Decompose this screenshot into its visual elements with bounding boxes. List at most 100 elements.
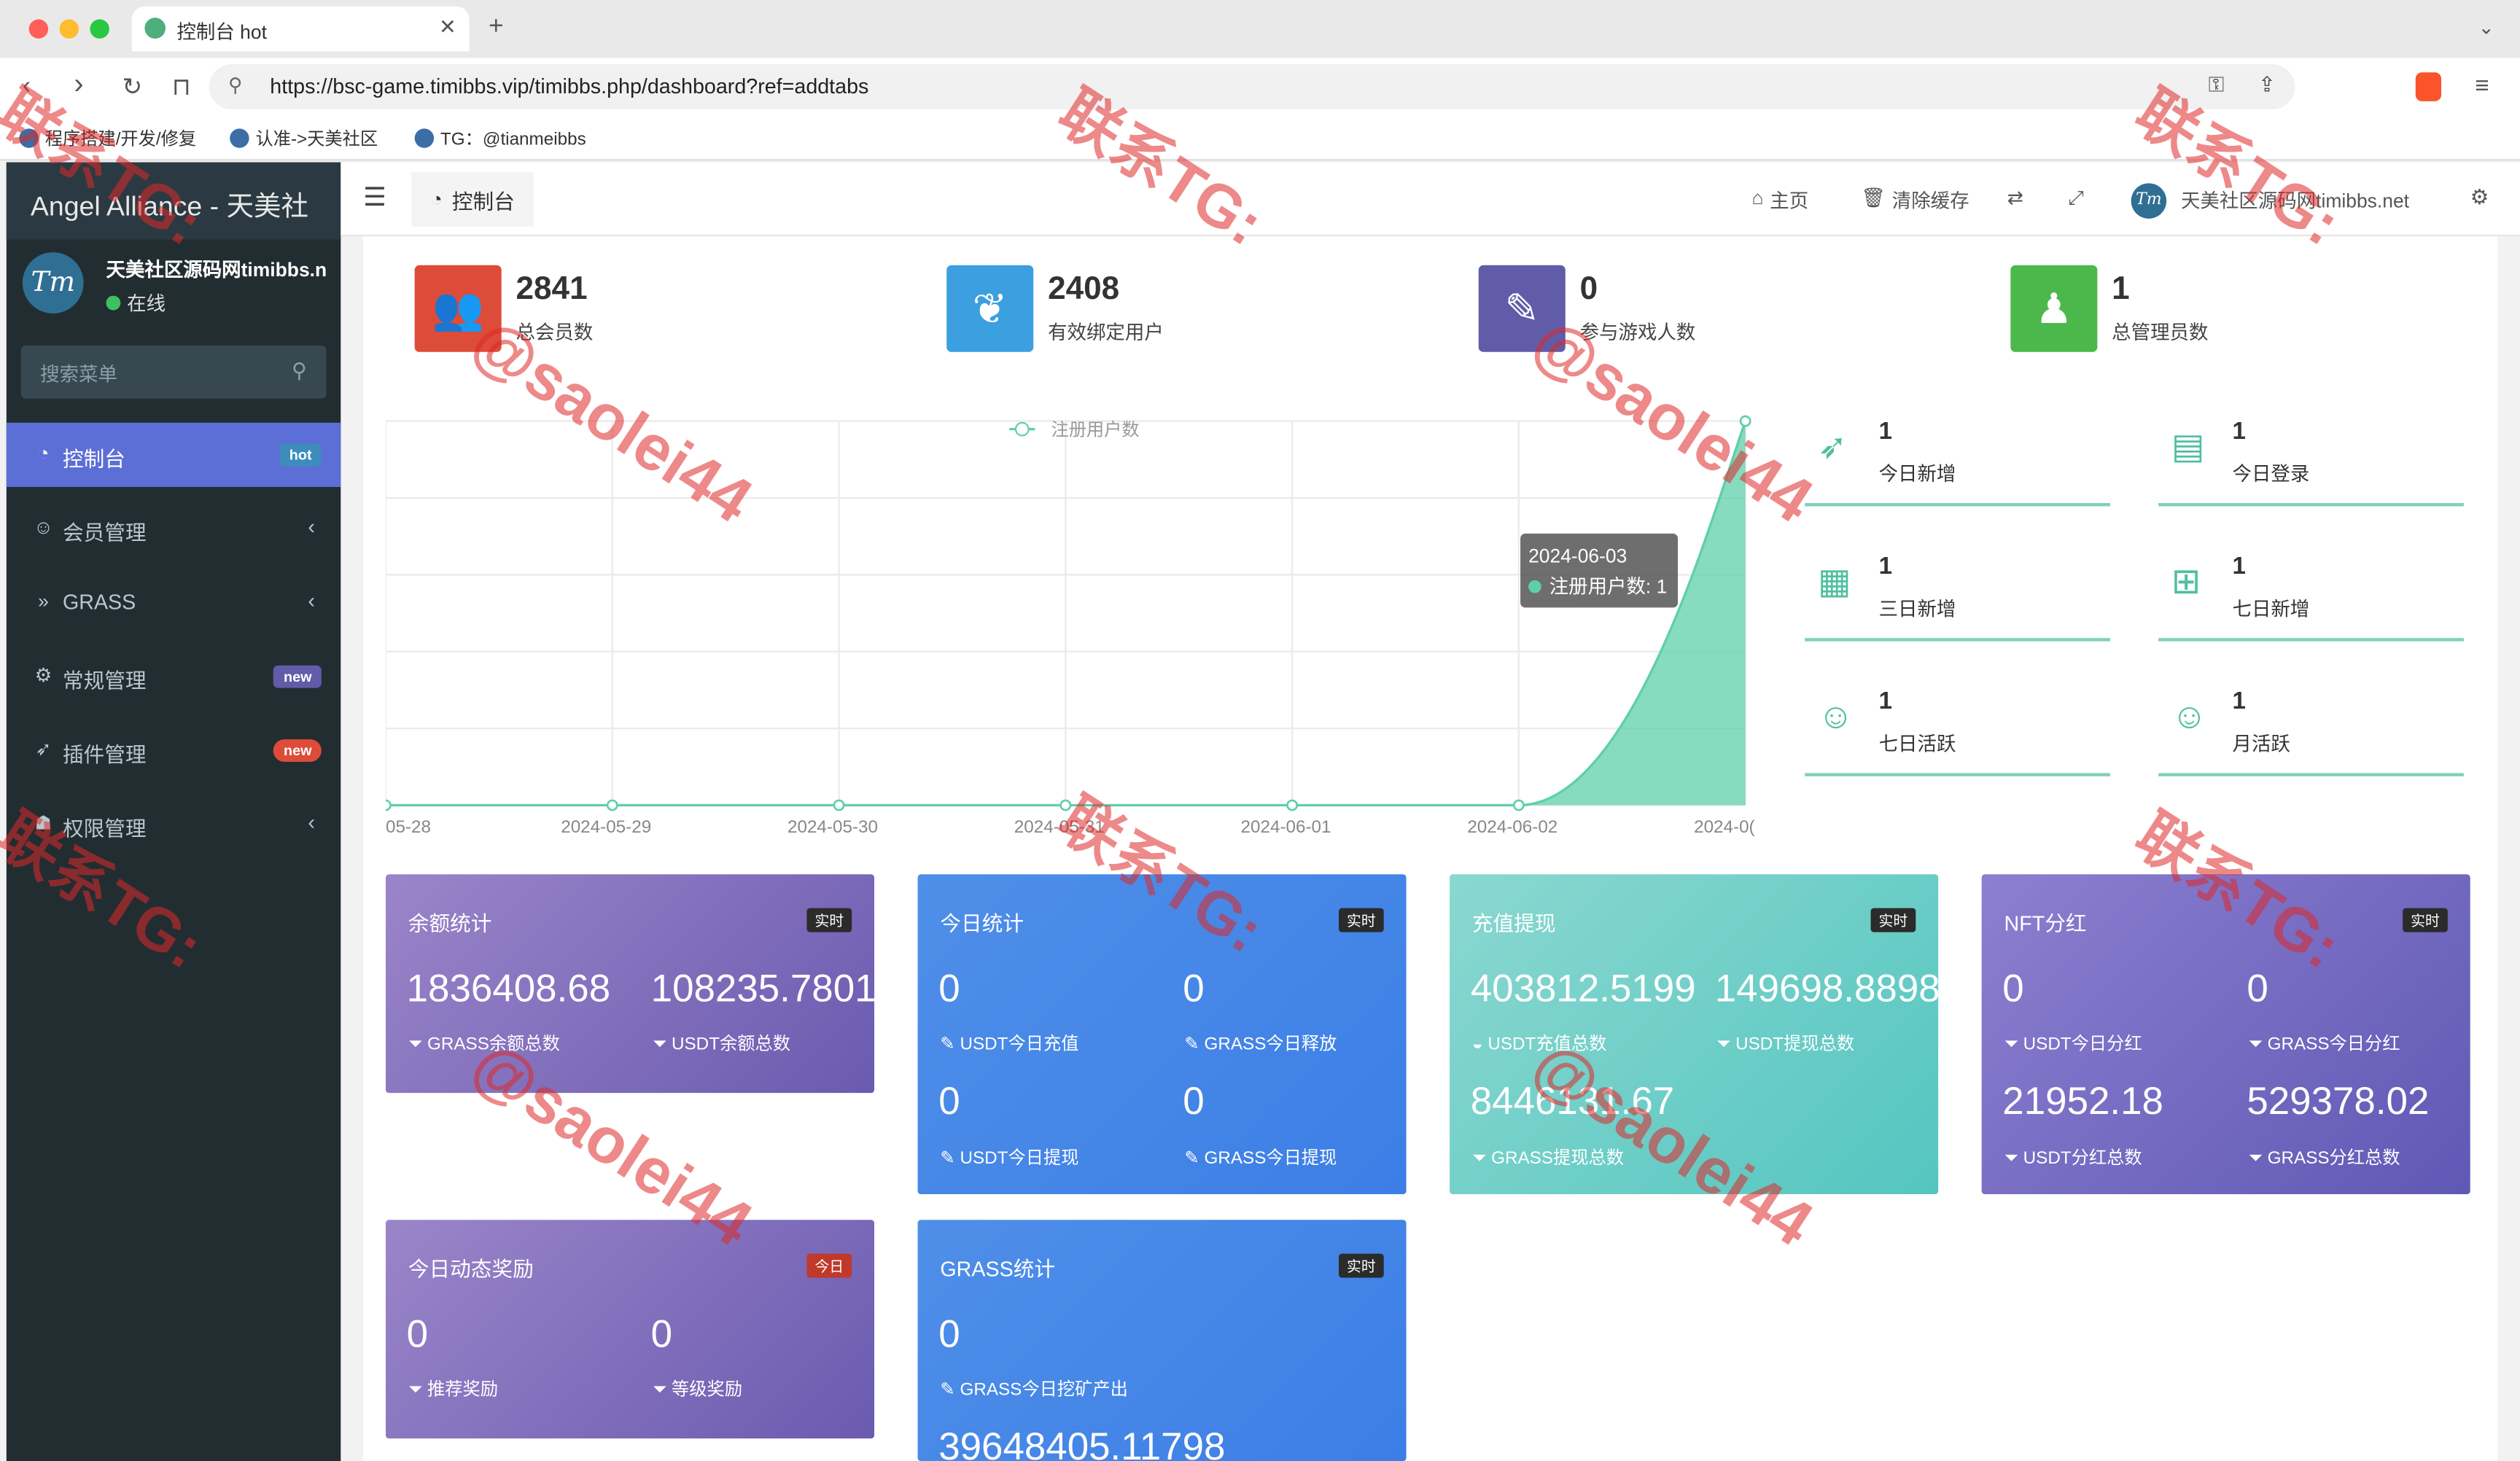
chevron-left-icon: ‹ — [308, 514, 316, 539]
sidebar-toggle-icon[interactable]: ☰ — [363, 182, 386, 214]
browser-toolbar: ‹ › ↻ ⊓ ⚲ https://bsc-game.timibbs.vip/t… — [0, 58, 2520, 116]
mini-stat-underline — [2158, 638, 2464, 642]
fullscreen-icon[interactable]: ⤢ — [2069, 187, 2084, 211]
stat-value: 0 — [1579, 271, 1598, 308]
usdt-recharge-total-label: ◒ USDT充值总数 — [1471, 1035, 1607, 1055]
brand-bar[interactable]: Angel Alliance - 天美社 — [6, 162, 341, 240]
tab-close-icon[interactable]: ✕ — [439, 15, 456, 40]
registration-chart: 05-28 2024-05-29 2024-05-30 2024-05-31 2024-… — [385, 415, 1755, 837]
bookmark-icon[interactable]: ⊓ — [172, 72, 191, 101]
stat-box: ✎ 0 参与游戏人数 — [1478, 264, 1961, 354]
bookmark-item[interactable]: TG：@tianmeibbs — [414, 125, 586, 151]
stat-text: 2408 有效绑定用户 — [1048, 272, 1164, 346]
referral-reward-label: ⏷ 推荐奖励 — [408, 1380, 498, 1400]
bookmark-item[interactable]: 认准->天美社区 — [230, 125, 378, 151]
menu-search-input[interactable]: 搜索菜单 ⚲ — [20, 345, 327, 399]
brand-title: Angel Alliance - 天美社 — [30, 191, 308, 222]
sidebar-item-0[interactable]: ◔ 控制台 hot — [6, 422, 341, 487]
balance-card: 余额统计 实时 1836408.68 ⏷ GRASS余额总数 108235.78… — [385, 874, 875, 1094]
today-stats-card: 今日统计 实时 0 ✎ USDT今日充值 0 ✎ GRASS今日释放 0 ✎ U… — [917, 874, 1407, 1195]
card-badge: 实时 — [806, 908, 852, 932]
dynamic-reward-card: 今日动态奖励 今日 0 ⏷ 推荐奖励 0 ⏷ 等级奖励 — [385, 1220, 875, 1439]
stat-box: ♟ 1 总管理员数 — [2010, 264, 2492, 354]
mini-stat-label: 七日活跃 — [1878, 733, 1956, 756]
mini-stat-value: 1 — [2232, 687, 2246, 716]
card-title: 今日统计 — [940, 911, 1024, 936]
usdt-recharge-total-value: 403812.5199 — [1470, 967, 1696, 1011]
card-badge: 实时 — [1338, 908, 1384, 932]
calendar-plus-icon: ⊞ — [2171, 561, 2201, 601]
level-reward-value: 0 — [650, 1313, 673, 1357]
usdt-today-withdraw-value: 0 — [938, 1080, 960, 1124]
stat-value: 2841 — [516, 271, 588, 308]
user-circle-icon: ☺ — [2171, 696, 2208, 736]
x-tick-label: 2024-06-01 — [1241, 817, 1331, 837]
usdt-today-recharge-label: ✎ USDT今日充值 — [940, 1035, 1079, 1055]
stat-label: 总会员数 — [516, 321, 594, 344]
online-status: 在线 — [106, 289, 166, 316]
url-text: https://bsc-game.timibbs.vip/timibbs.php… — [270, 74, 869, 98]
recharge-withdraw-card: 充值提现 实时 403812.5199 ◒ USDT充值总数 149698.88… — [1450, 874, 1939, 1195]
settings-gear-icon[interactable]: ⚙ — [2470, 185, 2489, 211]
site-name-link[interactable]: 天美社区源码网timibbs.net — [2181, 187, 2409, 214]
brave-shield-icon[interactable] — [2415, 72, 2442, 101]
forward-icon[interactable]: › — [74, 68, 83, 101]
mini-stat-underline — [1805, 773, 2110, 776]
legend-label: 注册用户数 — [1051, 420, 1139, 440]
sidebar-item-1[interactable]: ☺ 会员管理 ‹ — [7, 496, 341, 561]
mini-stat-underline — [1805, 638, 2110, 642]
card-badge: 实时 — [2403, 908, 2448, 932]
top-header: ☰ ◔ 控制台 ⌂ 主页 🗑 清除缓存 ⇄ ⤢ Tm 天美社区源码网timibbs.n… — [341, 162, 2520, 237]
x-tick-label: 2024-06-02 — [1467, 817, 1558, 837]
x-tick-label: 2024-0( — [1694, 817, 1755, 837]
back-icon[interactable]: ‹ — [23, 72, 31, 99]
card-title: 余额统计 — [408, 911, 492, 936]
sidebar-item-2[interactable]: » GRASS ‹ — [7, 571, 341, 635]
card-title: 今日动态奖励 — [408, 1256, 534, 1282]
data-point — [1512, 799, 1525, 811]
reload-icon[interactable]: ↻ — [122, 72, 143, 101]
dashboard-icon: ◔ — [37, 442, 50, 465]
close-window-button[interactable] — [28, 19, 49, 39]
password-key-icon[interactable]: ⚿ — [2209, 72, 2225, 98]
stat-label: 总管理员数 — [2112, 321, 2209, 344]
data-point — [385, 799, 392, 811]
grass-today-mining-value: 0 — [938, 1313, 960, 1357]
data-point — [1059, 799, 1072, 811]
menu-icon[interactable]: ≡ — [2475, 72, 2489, 99]
home-link[interactable]: ⌂ 主页 — [1751, 187, 1808, 214]
tab-dashboard[interactable]: ◔ 控制台 — [411, 171, 534, 227]
username: 天美社区源码网timibbs.n — [106, 258, 327, 281]
sidebar-item-label: GRASS — [62, 590, 136, 615]
translate-icon[interactable]: ⇄ — [2007, 187, 2023, 209]
maximize-window-button[interactable] — [90, 19, 109, 39]
new-tab-icon[interactable]: + — [489, 13, 504, 42]
sidebar-item-3[interactable]: ⚙ 常规管理 new — [7, 644, 341, 709]
mini-stat-underline — [2158, 503, 2464, 507]
clear-cache-link[interactable]: 🗑 清除缓存 — [1861, 187, 1969, 214]
address-bar[interactable]: ⚲ https://bsc-game.timibbs.vip/timibbs.p… — [209, 64, 2295, 109]
bookmark-item[interactable]: 程序搭建/开发/修复 — [19, 125, 196, 151]
tab-favicon-icon — [144, 17, 166, 39]
sidebar-item-5[interactable]: ☗ 权限管理 ‹ — [7, 792, 341, 857]
usdt-today-dividend-label: ⏷ USDT今日分红 — [2004, 1035, 2142, 1055]
legend-marker-icon — [1014, 421, 1030, 437]
x-tick-label: 2024-05-30 — [788, 817, 878, 837]
header-avatar[interactable]: Tm — [2131, 183, 2167, 219]
mini-stat-value: 1 — [1878, 687, 1892, 716]
sidebar-item-4[interactable]: ➶ 插件管理 new — [7, 718, 341, 782]
tab-list-chevron-icon[interactable]: ⌄ — [2478, 16, 2494, 39]
grass-today-mining-label: ✎ GRASS今日挖矿产出 — [940, 1380, 1128, 1400]
share-icon[interactable]: ⇪ — [2258, 72, 2276, 98]
grass-dividend-total-label: ⏷ GRASS分红总数 — [2248, 1149, 2400, 1169]
mini-stat: ☺ 1 月活跃 — [2158, 683, 2464, 811]
site-settings-icon[interactable]: ⚲ — [228, 74, 242, 96]
sidebar-item-label: 插件管理 — [62, 742, 147, 767]
search-icon[interactable]: ⚲ — [292, 359, 307, 384]
mini-stat: ▤ 1 今日登录 — [2158, 413, 2464, 542]
x-tick-label: 2024-05-29 — [561, 817, 651, 837]
browser-tab[interactable]: 控制台 hot ✕ — [131, 6, 470, 52]
bookmark-favicon-icon — [230, 128, 249, 148]
sidebar-item-label: 常规管理 — [62, 669, 147, 693]
minimize-window-button[interactable] — [59, 19, 79, 39]
